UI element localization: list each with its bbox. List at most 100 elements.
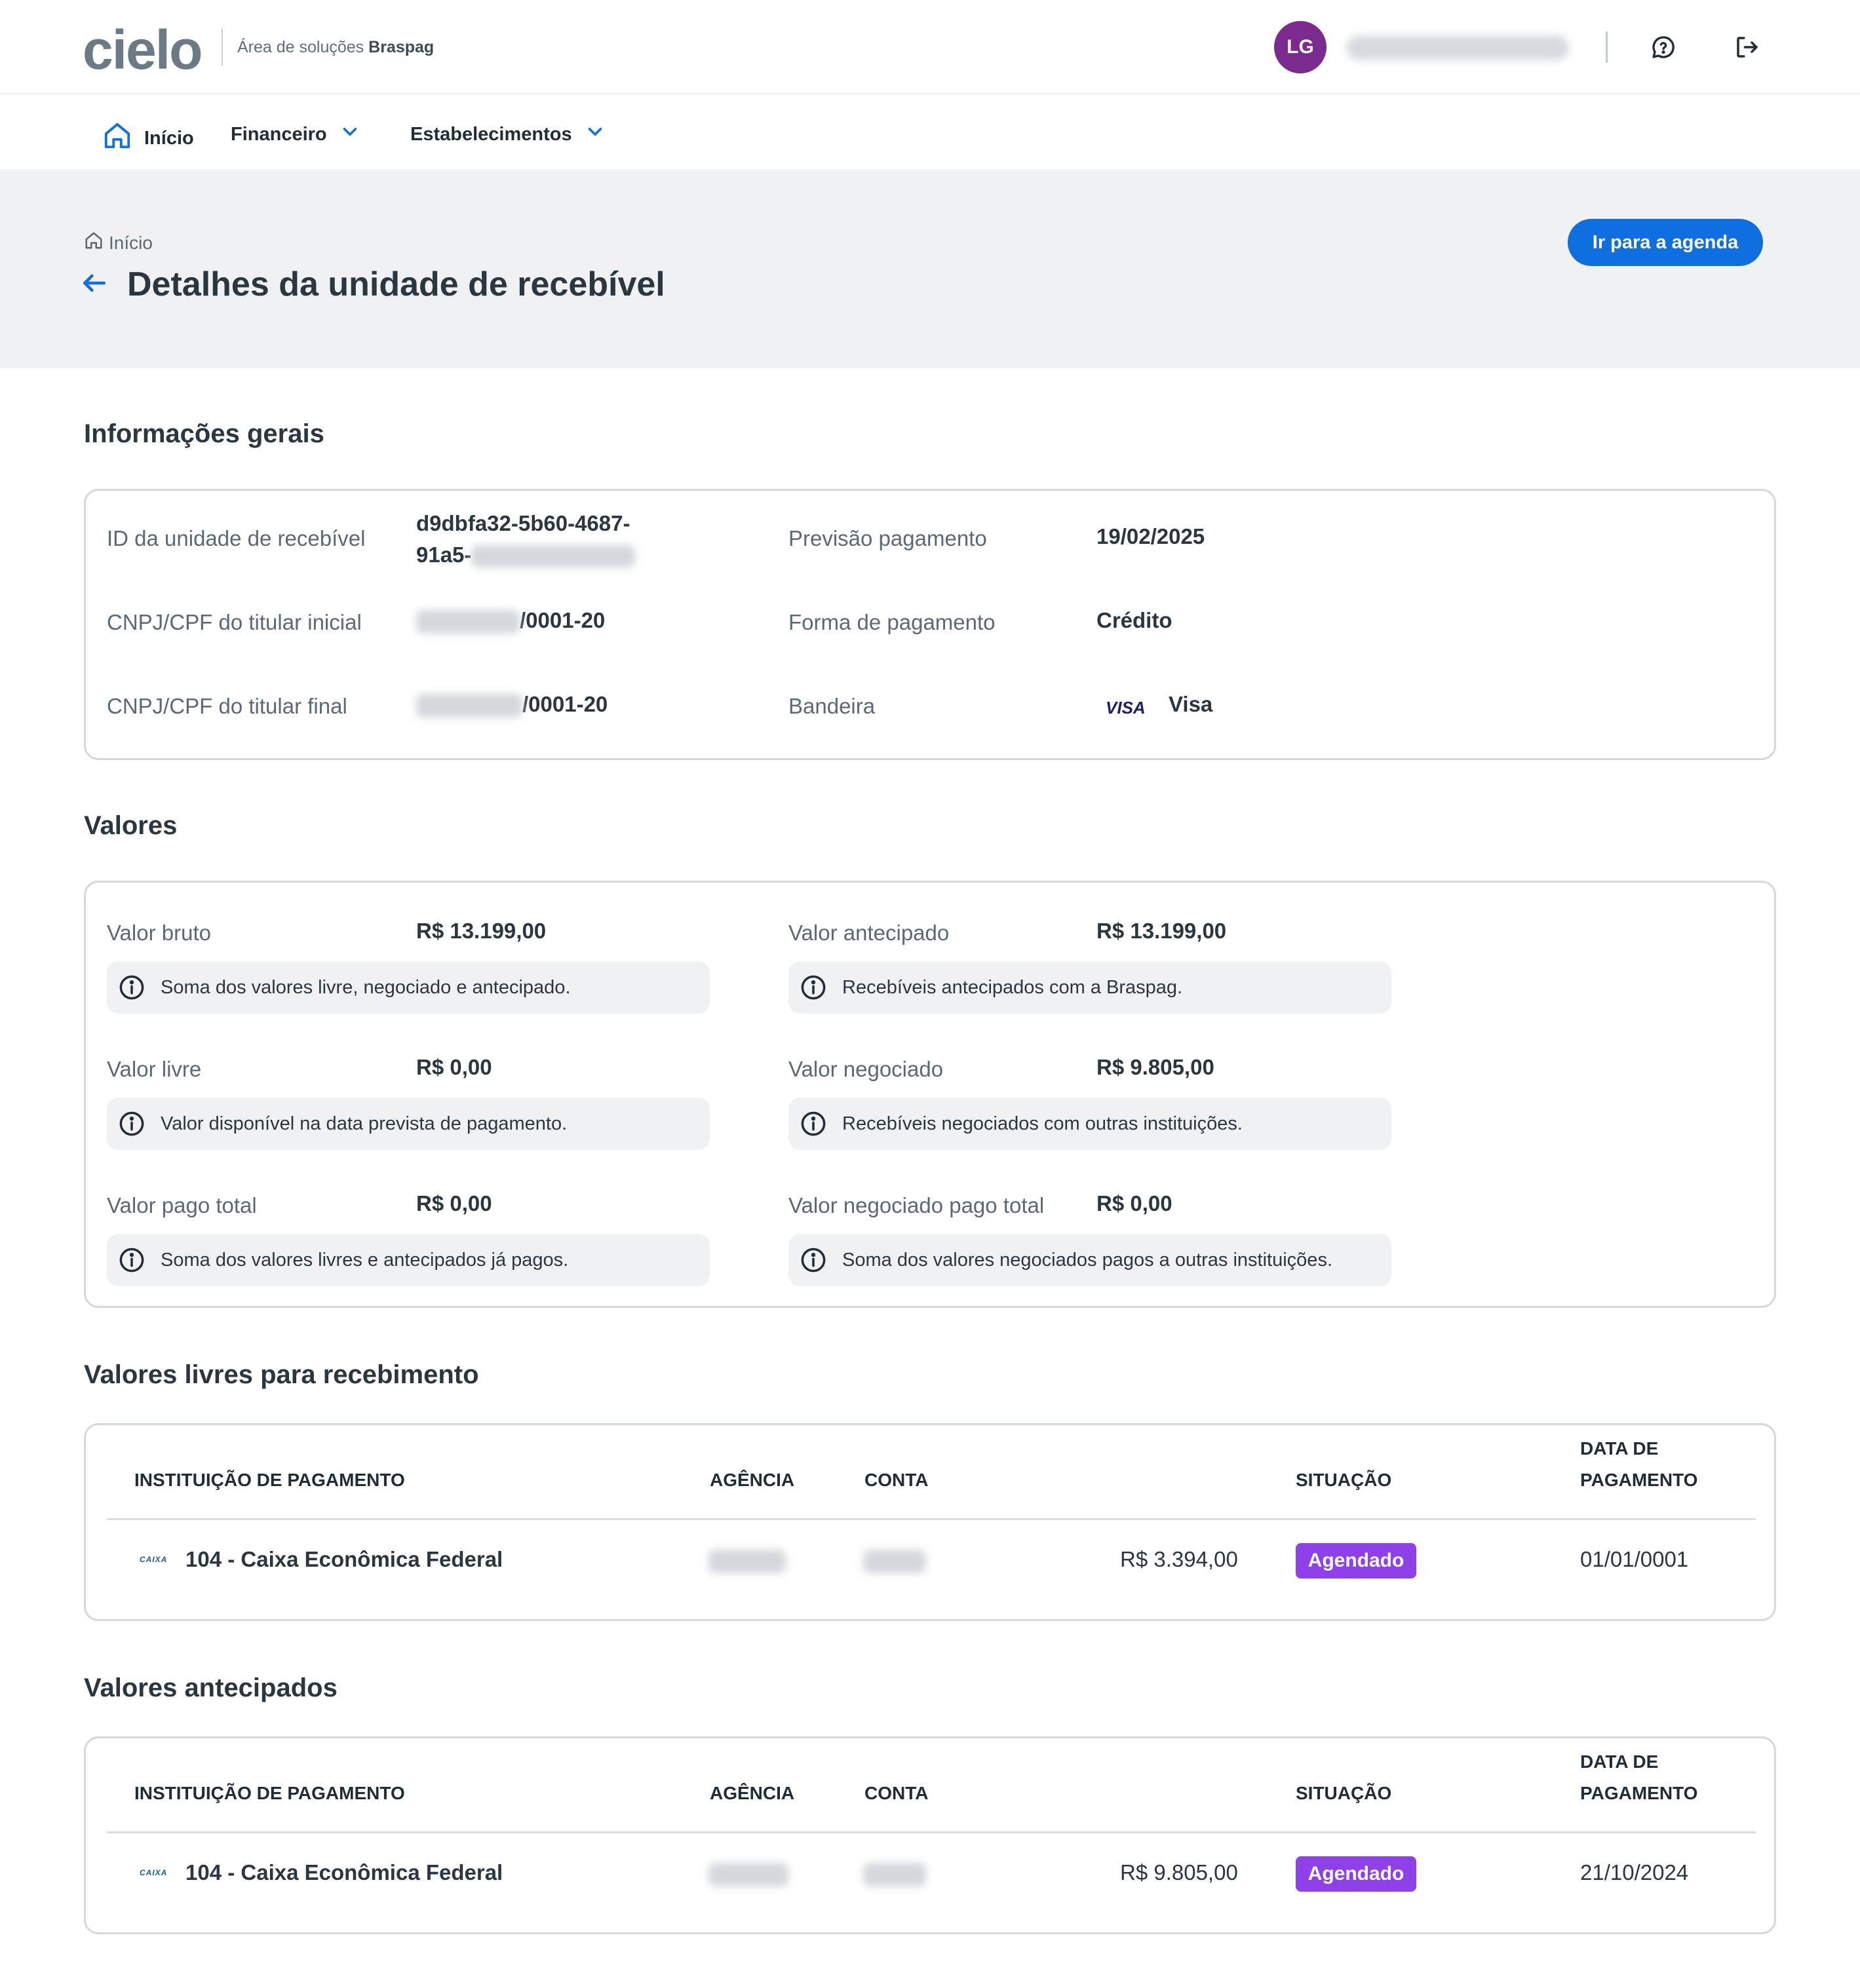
info-icon — [796, 970, 830, 1004]
page-title-row: Detalhes da unidade de recebível — [80, 265, 665, 304]
col-date-line1: DATA DE — [1580, 1751, 1659, 1772]
visa-logo: VISA — [1106, 698, 1146, 717]
negotiated-paid-label: Valor negociado pago total — [788, 1193, 1045, 1217]
col-institution: INSTITUIÇÃO DE PAGAMENTO — [134, 1783, 405, 1803]
info-icon — [796, 1243, 830, 1277]
free-values-table: INSTITUIÇÃO DE PAGAMENTO AGÊNCIA CONTA S… — [84, 1423, 1776, 1621]
paid-total-note-text: Soma dos valores livres e antecipados já… — [161, 1249, 569, 1271]
nav-label-financeiro: Financeiro — [231, 123, 327, 145]
section-title-anticipated: Valores antecipados — [84, 1673, 338, 1702]
gross-note-text: Soma dos valores livre, negociado e ante… — [161, 976, 571, 998]
logo-divider — [222, 29, 223, 66]
free-label: Valor livre — [107, 1057, 202, 1081]
payment-form-label: Forma de pagamento — [788, 610, 996, 634]
top-header: cielo Área de soluções Braspag LG — [0, 0, 1860, 94]
paid-total-label: Valor pago total — [107, 1193, 257, 1217]
cnpj-final-suffix: /0001-20 — [522, 692, 608, 716]
id-value-line2: 91a5- — [416, 539, 636, 571]
avatar[interactable]: LG — [1274, 21, 1327, 73]
free-note: Valor disponível na data prevista de pag… — [107, 1098, 710, 1150]
col-date: DATA DE PAGAMENTO — [1580, 1746, 1697, 1809]
negotiated-paid-value: R$ 0,00 — [1096, 1191, 1172, 1215]
row-institution: 104 - Caixa Econômica Federal — [185, 1860, 503, 1884]
col-account: CONTA — [864, 1470, 929, 1490]
free-value: R$ 0,00 — [416, 1055, 492, 1079]
forecast-value: 19/02/2025 — [1096, 524, 1205, 548]
cnpj-initial-redacted — [416, 610, 520, 634]
anticipated-value: R$ 13.199,00 — [1096, 919, 1227, 943]
back-arrow-icon[interactable] — [80, 269, 109, 301]
info-icon — [115, 1243, 149, 1277]
gross-note: Soma dos valores livre, negociado e ante… — [107, 961, 710, 1014]
cnpj-final-value: /0001-20 — [416, 689, 608, 720]
breadcrumb[interactable]: Início — [84, 231, 153, 255]
agency-redacted — [708, 1550, 786, 1573]
help-chat-icon[interactable] — [1648, 31, 1679, 63]
nav-item-inicio[interactable]: Início — [102, 121, 194, 156]
col-date-line1: DATA DE — [1580, 1438, 1659, 1459]
logo-subtitle: Área de soluções Braspag — [237, 38, 434, 57]
section-title-free-values: Valores livres para recebimento — [84, 1360, 479, 1389]
status-badge: Agendado — [1296, 1856, 1416, 1892]
logo-text: cielo — [83, 19, 203, 81]
info-icon — [115, 1107, 149, 1141]
chevron-down-icon — [584, 121, 606, 148]
free-note-text: Valor disponível na data prevista de pag… — [161, 1113, 568, 1134]
values-card: Valor bruto R$ 13.199,00 Soma dos valore… — [84, 881, 1776, 1308]
cnpj-final-label: CNPJ/CPF do titular final — [107, 694, 347, 718]
main-nav: Início Financeiro Estabelecimentos — [0, 96, 1860, 169]
account-redacted — [863, 1863, 926, 1886]
col-account: CONTA — [864, 1783, 929, 1803]
gross-label: Valor bruto — [107, 921, 211, 945]
id-value-line2-text: 91a5- — [416, 543, 472, 567]
negotiated-paid-note-text: Soma dos valores negociados pagos a outr… — [842, 1249, 1332, 1271]
col-institution: INSTITUIÇÃO DE PAGAMENTO — [134, 1470, 405, 1490]
nav-item-financeiro[interactable]: Financeiro — [231, 121, 361, 148]
col-date-line2: PAGAMENTO — [1580, 1783, 1698, 1803]
table-divider — [107, 1831, 1756, 1833]
header-separator — [1606, 31, 1608, 63]
brand-value: Visa — [1169, 692, 1213, 716]
id-redacted — [471, 545, 636, 568]
page-title: Detalhes da unidade de recebível — [127, 265, 665, 303]
nav-label-inicio: Início — [144, 127, 194, 149]
home-icon — [84, 231, 104, 255]
logo-subtitle-brand: Braspag — [368, 38, 435, 56]
gross-value: R$ 13.199,00 — [416, 919, 547, 943]
info-icon — [115, 970, 149, 1004]
cnpj-initial-value: /0001-20 — [416, 605, 605, 636]
home-icon — [102, 121, 132, 156]
row-date: 21/10/2024 — [1580, 1860, 1689, 1884]
go-to-agenda-button[interactable]: Ir para a agenda — [1568, 219, 1763, 266]
section-title-values: Valores — [84, 811, 178, 840]
id-value-line1: d9dbfa32-5b60-4687- — [416, 511, 630, 535]
general-info-card: ID da unidade de recebível d9dbfa32-5b60… — [84, 489, 1776, 760]
negotiated-note-text: Recebíveis negociados com outras institu… — [842, 1113, 1243, 1134]
col-agency: AGÊNCIA — [710, 1470, 795, 1490]
nav-label-estabelecimentos: Estabelecimentos — [410, 123, 572, 145]
paid-total-note: Soma dos valores livres e antecipados já… — [107, 1234, 710, 1286]
brand-label: Bandeira — [788, 694, 876, 718]
chevron-down-icon — [339, 121, 361, 148]
anticipated-label: Valor antecipado — [788, 921, 950, 945]
section-title-general: Informações gerais — [84, 419, 324, 448]
info-icon — [796, 1107, 830, 1141]
caixa-logo: CAIXA — [140, 1868, 168, 1877]
col-date: DATA DE PAGAMENTO — [1580, 1433, 1697, 1496]
account-redacted — [863, 1550, 926, 1573]
cnpj-final-redacted — [416, 694, 522, 718]
logout-icon[interactable] — [1732, 31, 1763, 63]
caixa-logo: CAIXA — [140, 1555, 168, 1564]
negotiated-note: Recebíveis negociados com outras institu… — [788, 1098, 1391, 1150]
cielo-logo[interactable]: cielo — [83, 18, 203, 82]
forecast-label: Previsão pagamento — [788, 526, 987, 550]
nav-item-estabelecimentos[interactable]: Estabelecimentos — [410, 121, 606, 148]
payment-form-value: Crédito — [1096, 608, 1172, 632]
negotiated-label: Valor negociado — [788, 1057, 944, 1081]
negotiated-paid-note: Soma dos valores negociados pagos a outr… — [788, 1234, 1391, 1286]
col-agency: AGÊNCIA — [710, 1783, 795, 1803]
col-status: SITUAÇÃO — [1296, 1470, 1392, 1490]
row-date: 01/01/0001 — [1580, 1547, 1689, 1571]
user-email-redacted — [1346, 35, 1569, 60]
agency-redacted — [708, 1863, 788, 1886]
